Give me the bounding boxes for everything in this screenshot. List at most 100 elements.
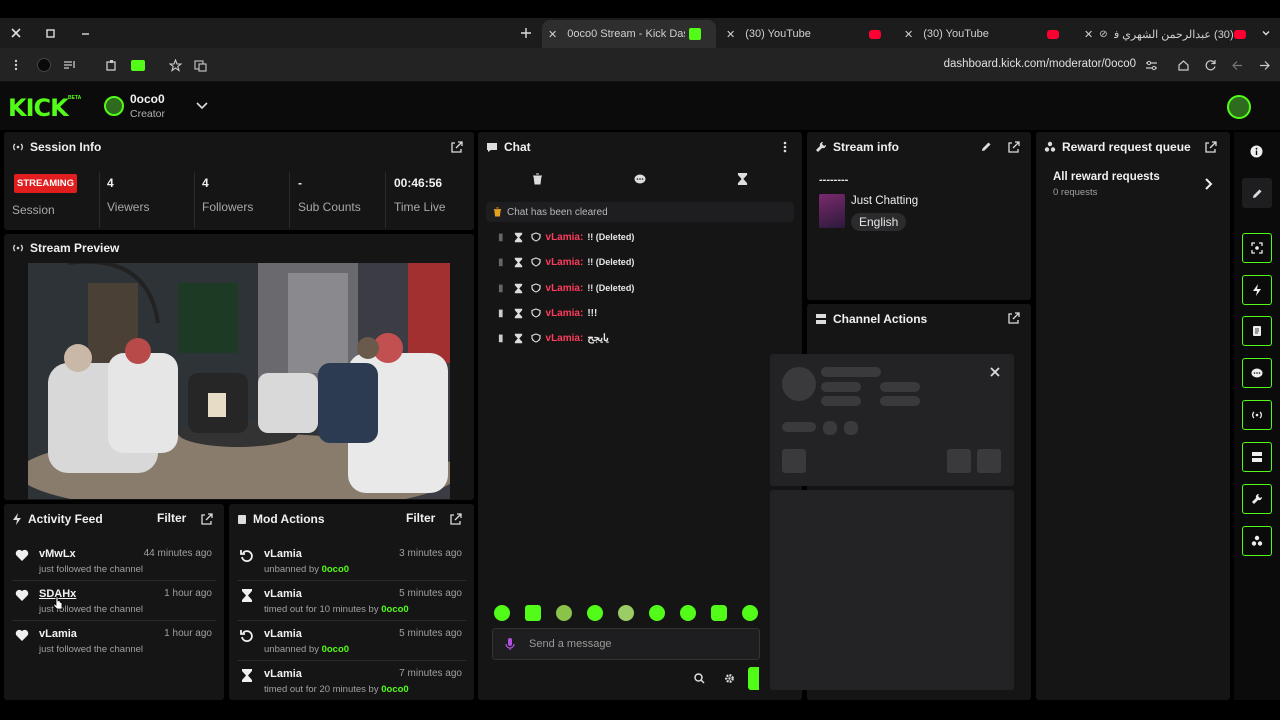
ban-icon[interactable] bbox=[530, 257, 541, 267]
forward-icon[interactable] bbox=[1254, 55, 1274, 75]
hourglass-filter-icon[interactable] bbox=[737, 172, 748, 186]
emote-icon[interactable] bbox=[556, 605, 572, 621]
tab-youtube-1[interactable]: ✕ (30) YouTube bbox=[720, 20, 894, 48]
popout-icon[interactable] bbox=[450, 140, 464, 154]
sidebar-session-button[interactable] bbox=[1242, 400, 1272, 430]
popout-icon[interactable] bbox=[1204, 140, 1218, 154]
close-icon[interactable] bbox=[990, 367, 1000, 377]
reload-icon[interactable] bbox=[1200, 55, 1220, 75]
all-reward-requests-row[interactable]: All reward requests 0 requests bbox=[1036, 166, 1230, 202]
search-icon[interactable] bbox=[694, 673, 705, 684]
timeout-icon[interactable] bbox=[514, 283, 523, 294]
new-tab-icon[interactable] bbox=[516, 23, 536, 43]
activity-filter-button[interactable]: Filter bbox=[157, 511, 186, 525]
sidebar-activity-button[interactable] bbox=[1242, 275, 1272, 305]
emote-icon[interactable] bbox=[711, 605, 727, 621]
emote-icon[interactable] bbox=[680, 605, 696, 621]
restore-window-icon[interactable] bbox=[40, 23, 60, 43]
extensions-icon[interactable] bbox=[101, 55, 121, 75]
site-settings-icon[interactable] bbox=[1141, 55, 1161, 75]
emote-icon[interactable] bbox=[618, 605, 634, 621]
tab-youtube-2[interactable]: ✕ (30) YouTube bbox=[898, 20, 1072, 48]
popout-icon[interactable] bbox=[1007, 140, 1021, 154]
mod-action-moderator[interactable]: 0oco0 bbox=[322, 564, 349, 575]
delete-message-icon[interactable]: ▮ bbox=[498, 257, 504, 268]
timeout-icon[interactable] bbox=[514, 232, 523, 243]
tab-close-icon[interactable]: ✕ bbox=[1084, 28, 1093, 41]
mod-action-username[interactable]: vLamia bbox=[264, 628, 302, 640]
bookmark-star-icon[interactable] bbox=[165, 55, 185, 75]
mod-action-username[interactable]: vLamia bbox=[264, 548, 302, 560]
emote-icon[interactable] bbox=[742, 605, 758, 621]
emote-icon[interactable] bbox=[649, 605, 665, 621]
sidebar-mod-actions-button[interactable] bbox=[1242, 316, 1272, 346]
mod-action-username[interactable]: vLamia bbox=[264, 588, 302, 600]
tab-search-icon[interactable] bbox=[1256, 23, 1276, 43]
profile-avatar-icon[interactable] bbox=[34, 55, 54, 75]
delete-message-icon[interactable]: ▮ bbox=[498, 333, 504, 344]
close-window-icon[interactable] bbox=[6, 23, 26, 43]
ban-icon[interactable] bbox=[530, 308, 541, 318]
sidebar-rewards-button[interactable] bbox=[1242, 526, 1272, 556]
channel-switcher-chevron-icon[interactable] bbox=[192, 96, 212, 116]
chat-username[interactable]: vLamia: bbox=[546, 283, 584, 294]
category-thumbnail[interactable] bbox=[819, 194, 845, 228]
mod-action-moderator[interactable]: 0oco0 bbox=[381, 684, 408, 695]
mod-action-username[interactable]: vLamia bbox=[264, 668, 302, 680]
chat-username[interactable]: vLamia: bbox=[546, 308, 584, 319]
popout-icon[interactable] bbox=[449, 512, 463, 526]
timeout-icon[interactable] bbox=[514, 308, 523, 319]
sidebar-channel-actions-button[interactable] bbox=[1242, 442, 1272, 472]
timeout-icon[interactable] bbox=[514, 257, 523, 268]
sidebar-stream-info-button[interactable] bbox=[1242, 484, 1272, 514]
url-field[interactable]: dashboard.kick.com/moderator/0oco0 bbox=[900, 58, 1136, 70]
kick-extension-icon[interactable] bbox=[128, 55, 148, 75]
edit-pencil-icon[interactable] bbox=[981, 141, 992, 152]
menu-dots-icon[interactable] bbox=[6, 55, 26, 75]
home-icon[interactable] bbox=[1173, 55, 1193, 75]
stream-video-preview[interactable] bbox=[28, 263, 450, 499]
mod-filter-button[interactable]: Filter bbox=[406, 511, 435, 525]
settings-gear-icon[interactable] bbox=[724, 673, 735, 684]
emote-icon[interactable] bbox=[525, 605, 541, 621]
emote-icon[interactable] bbox=[587, 605, 603, 621]
microphone-icon[interactable] bbox=[505, 637, 515, 651]
translate-icon[interactable] bbox=[190, 55, 210, 75]
minimize-window-icon[interactable] bbox=[75, 23, 95, 43]
back-icon[interactable] bbox=[1227, 55, 1247, 75]
activity-username[interactable]: vLamia bbox=[39, 628, 77, 640]
mod-action-moderator[interactable]: 0oco0 bbox=[322, 644, 349, 655]
edit-layout-button[interactable] bbox=[1242, 178, 1272, 208]
info-icon[interactable] bbox=[1250, 145, 1263, 158]
timeout-icon[interactable] bbox=[514, 333, 523, 344]
mod-action-moderator[interactable]: 0oco0 bbox=[381, 604, 408, 615]
category-name[interactable]: Just Chatting bbox=[851, 195, 918, 207]
send-chat-button[interactable] bbox=[748, 667, 759, 690]
delete-message-icon[interactable]: ▮ bbox=[498, 283, 504, 294]
tab-youtube-3[interactable]: ✕ ⊘ (30) عبدالرحمن الشهري في ك bbox=[1078, 20, 1248, 48]
sidebar-chat-button[interactable] bbox=[1242, 358, 1272, 388]
delete-message-icon[interactable]: ▮ bbox=[498, 232, 504, 243]
trash-icon[interactable] bbox=[532, 173, 543, 185]
popout-icon[interactable] bbox=[1007, 311, 1021, 325]
chat-menu-dots-icon[interactable] bbox=[783, 141, 787, 153]
chat-username[interactable]: vLamia: bbox=[546, 333, 584, 344]
chat-username[interactable]: vLamia: bbox=[546, 232, 584, 243]
tab-close-icon[interactable]: ✕ bbox=[726, 28, 735, 41]
delete-message-icon[interactable]: ▮ bbox=[498, 308, 504, 319]
user-avatar[interactable] bbox=[1227, 95, 1251, 119]
tab-kick-dashboard[interactable]: ✕ 0oco0 Stream - Kick Dashb bbox=[542, 20, 716, 48]
ban-icon[interactable] bbox=[530, 283, 541, 293]
activity-username[interactable]: vMwLx bbox=[39, 548, 76, 560]
sidebar-stream-preview-button[interactable] bbox=[1242, 233, 1272, 263]
ban-icon[interactable] bbox=[530, 232, 541, 242]
media-control-icon[interactable] bbox=[60, 55, 80, 75]
tab-close-icon[interactable]: ✕ bbox=[548, 28, 557, 41]
emote-icon[interactable] bbox=[494, 605, 510, 621]
kick-logo[interactable]: KICK bbox=[8, 94, 69, 122]
ban-icon[interactable] bbox=[530, 333, 541, 343]
chat-username[interactable]: vLamia: bbox=[546, 257, 584, 268]
popout-icon[interactable] bbox=[200, 512, 214, 526]
tab-close-icon[interactable]: ✕ bbox=[904, 28, 913, 41]
chat-bubble-filter-icon[interactable] bbox=[634, 174, 646, 185]
